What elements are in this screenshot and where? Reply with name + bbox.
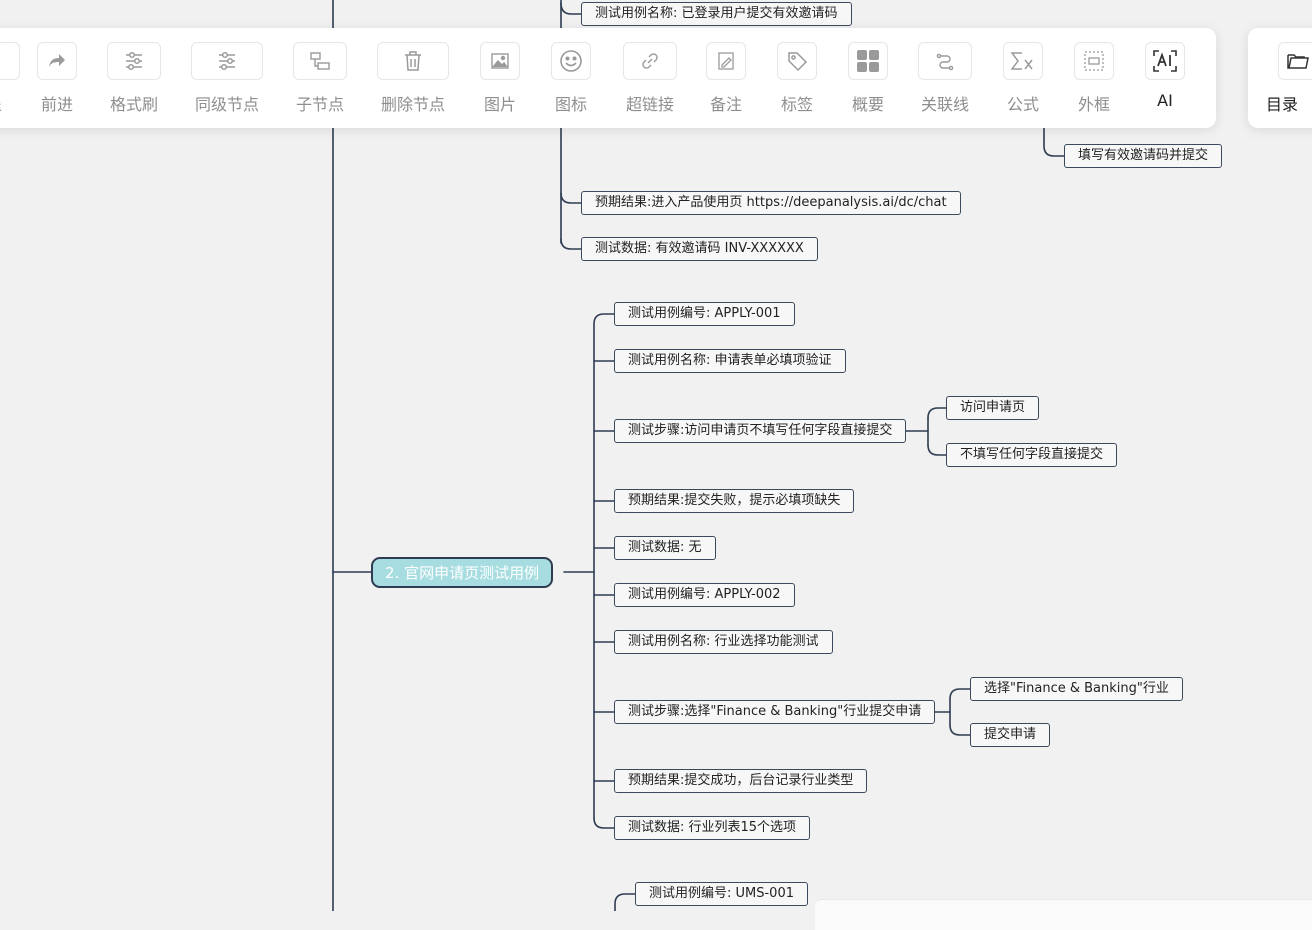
note-button[interactable]: 备注 — [702, 42, 750, 116]
undo-button[interactable]: 退 — [0, 42, 20, 116]
hyperlink-button[interactable]: 超链接 — [616, 42, 684, 116]
folder-icon — [1278, 42, 1312, 80]
format-painter-button[interactable]: 格式刷 — [101, 42, 167, 116]
section-node[interactable]: 2. 官网申请页测试用例 — [371, 557, 554, 588]
child-node-button[interactable]: 子节点 — [286, 42, 354, 116]
formula-button[interactable]: 公式 — [999, 42, 1047, 116]
mindmap-node[interactable]: 测试步骤:访问申请页不填写任何字段直接提交 — [614, 419, 907, 443]
sibling-node-icon — [191, 42, 263, 80]
mindmap-node[interactable]: 访问申请页 — [946, 396, 1040, 420]
redo-button[interactable]: 前进 — [32, 42, 82, 116]
redo-icon — [37, 42, 77, 80]
mindmap-node[interactable]: 选择"Finance & Banking"行业 — [970, 677, 1183, 701]
icon-button[interactable]: 图标 — [547, 42, 595, 116]
summary-button[interactable]: 概要 — [844, 42, 892, 116]
undo-icon — [0, 42, 20, 80]
ai-icon — [1145, 42, 1185, 80]
mindmap-node[interactable]: 预期结果:提交失败，提示必填项缺失 — [614, 489, 855, 513]
smiley-icon — [551, 42, 591, 80]
mindmap-node[interactable]: 测试用例名称: 申请表单必填项验证 — [614, 349, 846, 373]
format-painter-icon — [107, 42, 161, 80]
image-icon — [480, 42, 520, 80]
bottom-panel — [815, 899, 1312, 930]
mindmap-node[interactable]: 填写有效邀请码并提交 — [1064, 144, 1223, 168]
ai-button[interactable]: AI — [1141, 42, 1189, 116]
relation-line-icon — [918, 42, 972, 80]
mindmap-node[interactable]: 测试用例编号: APPLY-002 — [614, 583, 795, 607]
summary-icon — [848, 42, 888, 80]
delete-node-button[interactable]: 删除节点 — [373, 42, 453, 116]
mindmap-node[interactable]: 测试用例名称: 行业选择功能测试 — [614, 630, 833, 654]
outer-frame-icon — [1074, 42, 1114, 80]
note-icon — [706, 42, 746, 80]
toolbar: 退 前进 格式刷 同级节点 子节点 删除节点 图片 — [0, 28, 1216, 128]
tag-icon — [777, 42, 817, 80]
outer-frame-button[interactable]: 外框 — [1070, 42, 1118, 116]
outline-button[interactable]: 目录 — [1266, 42, 1312, 116]
mindmap-node[interactable]: 测试用例编号: UMS-001 — [635, 882, 808, 906]
mindmap-node[interactable]: 测试数据: 无 — [614, 536, 716, 560]
mindmap-node[interactable]: 提交申请 — [970, 723, 1051, 747]
trash-icon — [377, 42, 449, 80]
image-button[interactable]: 图片 — [476, 42, 524, 116]
mindmap-node[interactable]: 测试用例编号: APPLY-001 — [614, 302, 795, 326]
mindmap-node[interactable]: 测试步骤:选择"Finance & Banking"行业提交申请 — [614, 700, 936, 724]
formula-icon — [1003, 42, 1043, 80]
link-icon — [623, 42, 677, 80]
relation-line-button[interactable]: 关联线 — [912, 42, 978, 116]
mindmap-canvas[interactable]: 测试用例名称: 已登录用户提交有效邀请码 填写有效邀请码并提交 预期结果:进入产… — [0, 0, 1312, 911]
mindmap-node[interactable]: 测试数据: 行业列表15个选项 — [614, 816, 811, 840]
mindmap-node[interactable]: 预期结果:进入产品使用页 https://deepanalysis.ai/dc/… — [581, 191, 961, 215]
mindmap-node[interactable]: 测试用例名称: 已登录用户提交有效邀请码 — [581, 2, 852, 26]
child-node-icon — [293, 42, 347, 80]
sibling-node-button[interactable]: 同级节点 — [185, 42, 269, 116]
mindmap-node[interactable]: 测试数据: 有效邀请码 INV-XXXXXX — [581, 237, 818, 261]
mindmap-node[interactable]: 不填写任何字段直接提交 — [946, 443, 1118, 467]
outline-panel-button[interactable]: 目录 — [1248, 28, 1312, 128]
mindmap-node[interactable]: 预期结果:提交成功，后台记录行业类型 — [614, 769, 868, 793]
tag-button[interactable]: 标签 — [773, 42, 821, 116]
